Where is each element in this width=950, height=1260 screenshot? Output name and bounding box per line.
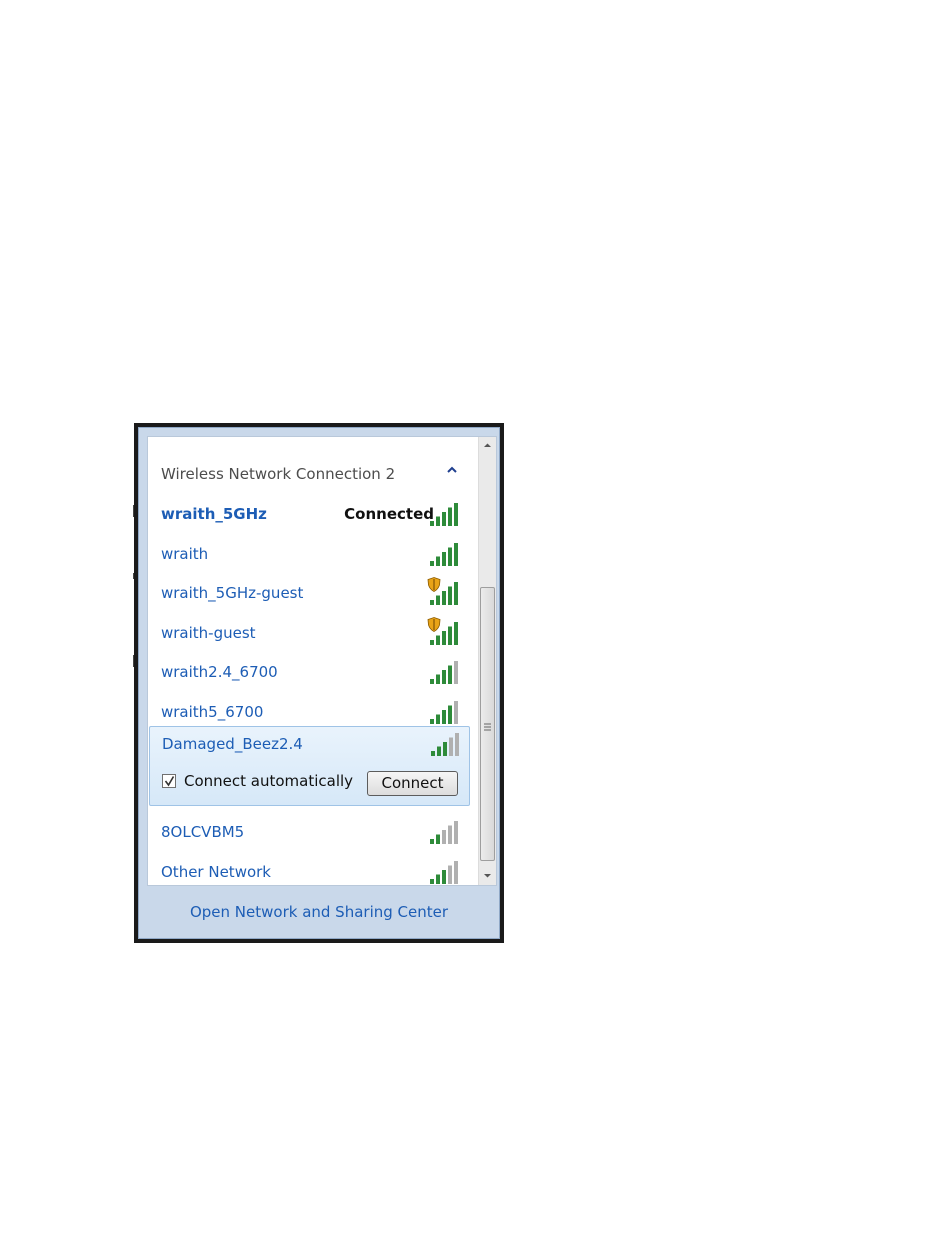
network-item-wraith[interactable]: wraith: [148, 535, 478, 573]
signal-bar: [430, 521, 434, 526]
signal-bar: [442, 552, 446, 566]
signal-bar: [430, 561, 434, 566]
flyout-body: Wireless Network Connection 2 wraith_5GH…: [138, 427, 500, 939]
network-name: 8OLCVBM5: [161, 823, 245, 841]
section-title: Wireless Network Connection 2: [161, 465, 396, 483]
signal-bar: [448, 665, 452, 684]
network-name: wraith_5GHz: [161, 505, 267, 523]
signal-strength-icon: [430, 503, 458, 526]
signal-bar: [442, 512, 446, 526]
signal-strength-icon: [431, 733, 459, 756]
network-flyout-window: Wireless Network Connection 2 wraith_5GH…: [134, 423, 504, 943]
signal-bar: [454, 861, 458, 884]
checkmark-icon: [164, 776, 175, 787]
security-shield-icon: [427, 617, 441, 632]
signal-strength-icon: [430, 861, 458, 884]
signal-bar: [436, 674, 440, 684]
signal-bar: [455, 733, 459, 756]
signal-strength-icon: [430, 701, 458, 724]
open-network-sharing-center-link[interactable]: Open Network and Sharing Center: [139, 903, 499, 921]
signal-bar: [454, 701, 458, 724]
signal-strength-icon: [430, 821, 458, 844]
network-item-8olcvbm5[interactable]: 8OLCVBM5: [148, 813, 478, 851]
signal-bar: [448, 626, 452, 645]
signal-bar: [430, 839, 434, 844]
network-name: wraith2.4_6700: [161, 663, 278, 681]
signal-bar: [448, 586, 452, 605]
signal-bar: [436, 595, 440, 605]
security-shield-icon: [427, 577, 441, 592]
connection-status: Connected: [344, 505, 434, 523]
connect-automatically-checkbox[interactable]: [162, 774, 176, 788]
signal-bar: [454, 582, 458, 605]
signal-bar: [448, 865, 452, 884]
network-item-wraith-5ghz[interactable]: wraith_5GHz Connected: [148, 495, 478, 533]
signal-bar: [436, 635, 440, 645]
network-item-wraith-guest[interactable]: wraith-guest: [148, 614, 478, 652]
network-item-wraith-5ghz-guest[interactable]: wraith_5GHz-guest: [148, 574, 478, 612]
signal-bar: [454, 622, 458, 645]
connect-button[interactable]: Connect: [367, 771, 458, 796]
signal-bar: [436, 874, 440, 884]
network-item-damaged-beez-selected[interactable]: Damaged_Beez2.4 Connect automatically Co…: [149, 726, 470, 806]
signal-bar: [448, 547, 452, 566]
network-name: wraith: [161, 545, 209, 563]
signal-bar: [430, 719, 434, 724]
network-list-panel: Wireless Network Connection 2 wraith_5GH…: [147, 436, 497, 886]
signal-bar: [436, 556, 440, 566]
signal-bar: [448, 705, 452, 724]
vertical-scrollbar[interactable]: [478, 437, 496, 885]
signal-bar: [442, 710, 446, 724]
signal-bar: [442, 830, 446, 844]
network-item-wraith2-4-6700[interactable]: wraith2.4_6700: [148, 653, 478, 691]
network-item-other-network[interactable]: Other Network: [148, 853, 478, 885]
signal-bar: [454, 503, 458, 526]
network-name: wraith_5GHz-guest: [161, 584, 304, 602]
signal-bar: [448, 825, 452, 844]
connect-automatically-label: Connect automatically: [184, 772, 354, 790]
chevron-up-icon[interactable]: [445, 463, 459, 477]
signal-bar: [448, 507, 452, 526]
signal-bar: [437, 746, 441, 756]
network-list: Wireless Network Connection 2 wraith_5GH…: [148, 437, 478, 885]
signal-bar: [442, 631, 446, 645]
signal-strength-icon: [430, 543, 458, 566]
signal-bar: [449, 737, 453, 756]
signal-bar: [430, 640, 434, 645]
signal-bar: [454, 661, 458, 684]
signal-bar: [436, 714, 440, 724]
scroll-up-icon[interactable]: [479, 437, 496, 454]
signal-bar: [430, 879, 434, 884]
grip-icon: [484, 723, 491, 731]
signal-bar: [436, 834, 440, 844]
signal-strength-icon: [430, 661, 458, 684]
network-name: wraith-guest: [161, 624, 256, 642]
signal-bar: [442, 870, 446, 884]
network-name: Other Network: [161, 863, 271, 881]
network-name: wraith5_6700: [161, 703, 264, 721]
signal-bar: [443, 742, 447, 756]
signal-bar: [430, 679, 434, 684]
signal-bar: [436, 516, 440, 526]
signal-bar: [454, 821, 458, 844]
scroll-down-icon[interactable]: [479, 867, 496, 884]
signal-bar: [442, 670, 446, 684]
signal-bar: [454, 543, 458, 566]
signal-bar: [431, 751, 435, 756]
scroll-thumb[interactable]: [480, 587, 495, 861]
network-name: Damaged_Beez2.4: [162, 735, 303, 753]
signal-bar: [442, 591, 446, 605]
signal-bar: [430, 600, 434, 605]
